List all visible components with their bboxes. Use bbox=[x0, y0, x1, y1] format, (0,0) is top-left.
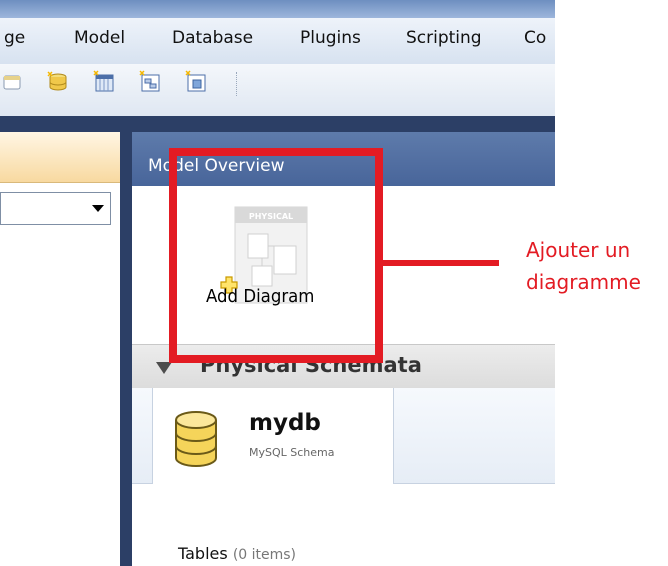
tables-section-header[interactable]: Tables (0 items) bbox=[178, 544, 296, 563]
schema-name: mydb bbox=[249, 410, 321, 436]
menu-item-model[interactable]: Model bbox=[74, 28, 125, 48]
add-schema-icon[interactable] bbox=[46, 70, 70, 94]
collapse-triangle-icon[interactable] bbox=[156, 362, 172, 374]
add-routine-icon[interactable] bbox=[184, 70, 208, 94]
add-table-icon[interactable] bbox=[92, 70, 116, 94]
sidebar-dropdown[interactable] bbox=[0, 192, 111, 225]
tables-label: Tables bbox=[178, 544, 228, 563]
open-model-icon[interactable] bbox=[2, 70, 26, 94]
menu-item-plugins[interactable]: Plugins bbox=[300, 28, 361, 48]
sidebar-list[interactable] bbox=[0, 236, 117, 566]
menu-item-scripting[interactable]: Scripting bbox=[406, 28, 482, 48]
database-icon bbox=[175, 411, 217, 467]
annotation-text: Ajouter un diagramme bbox=[526, 238, 641, 294]
annotation-highlight-box bbox=[169, 148, 383, 363]
annotation-connector-line bbox=[383, 260, 499, 266]
menu-item-database[interactable]: Database bbox=[172, 28, 253, 48]
menu-item-manage[interactable]: ge bbox=[4, 28, 25, 48]
menu-bar: ge Model Database Plugins Scripting Co bbox=[0, 18, 555, 65]
schema-tab-strip: mydb MySQL Schema bbox=[132, 388, 555, 484]
schema-type: MySQL Schema bbox=[249, 446, 335, 459]
window-title-strip bbox=[0, 0, 555, 18]
schema-tab-mydb[interactable]: mydb MySQL Schema bbox=[152, 388, 394, 484]
toolbar-separator bbox=[236, 72, 237, 96]
menu-item-community[interactable]: Co bbox=[524, 28, 546, 48]
left-sidebar bbox=[0, 132, 120, 566]
sidebar-header bbox=[0, 132, 120, 183]
tables-count: (0 items) bbox=[232, 547, 297, 563]
toolbar bbox=[0, 64, 555, 117]
add-view-icon[interactable] bbox=[138, 70, 162, 94]
chevron-down-icon bbox=[92, 205, 104, 212]
